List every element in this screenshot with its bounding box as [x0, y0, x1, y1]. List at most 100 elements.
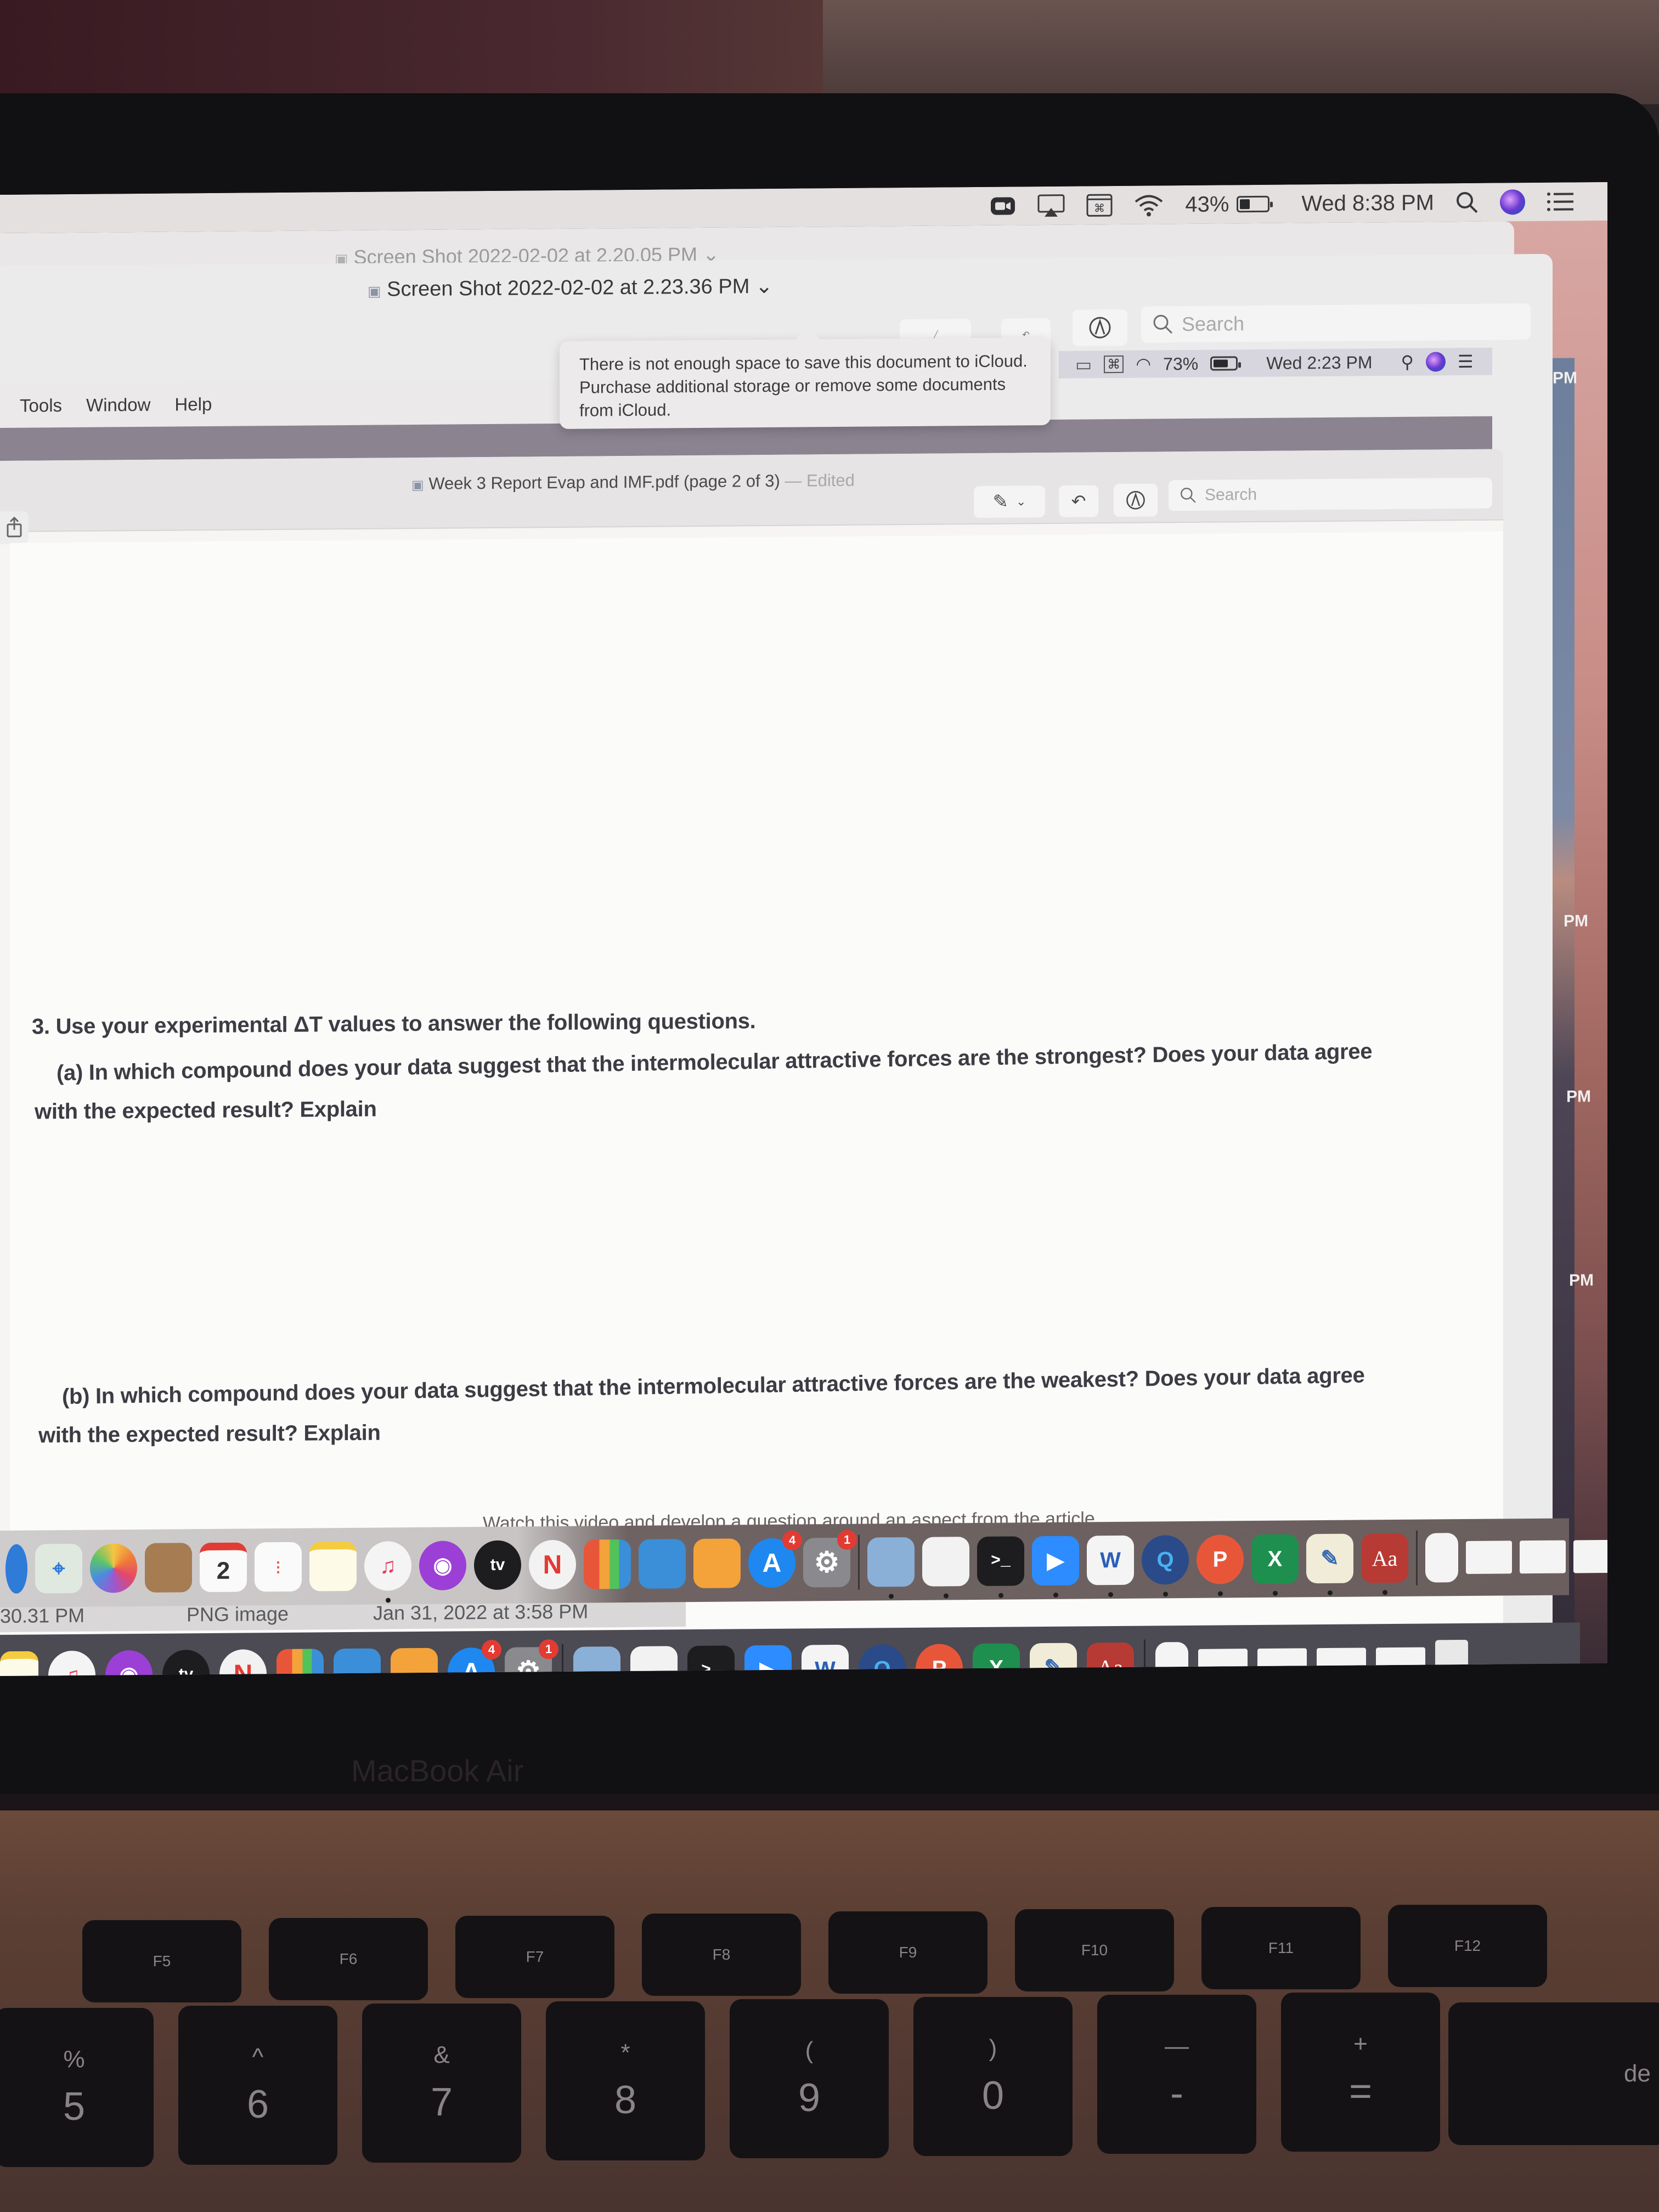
key-label: F10: [1081, 1942, 1108, 1959]
key-shift-label: (: [805, 2037, 814, 2064]
numbers-icon[interactable]: [584, 1539, 631, 1589]
question-3b-line-1: (b) In which compound does your data sug…: [61, 1363, 1365, 1409]
siri-icon[interactable]: [1500, 189, 1525, 215]
number-key-5[interactable]: % 5: [0, 2008, 154, 2167]
keynote-icon: [334, 1648, 381, 1677]
siri-icon: [1425, 352, 1446, 372]
delete-key[interactable]: de: [1448, 2002, 1659, 2145]
function-key-f6[interactable]: F6: [269, 1918, 428, 2000]
document-icon: ▣: [368, 283, 381, 300]
finder-icon[interactable]: [5, 1544, 27, 1594]
microsoft-excel-icon[interactable]: X: [1251, 1534, 1299, 1596]
zoom-app-icon[interactable]: ▶: [1032, 1536, 1079, 1598]
news-icon[interactable]: N: [529, 1539, 576, 1590]
dictionary-icon[interactable]: Aa: [1361, 1533, 1408, 1595]
number-key-7[interactable]: & 7: [362, 2004, 521, 2163]
menu-item-tools[interactable]: Tools: [20, 395, 62, 416]
keynote-icon[interactable]: [639, 1539, 686, 1589]
markup-toolbar-button[interactable]: [1114, 483, 1158, 517]
key-label: F5: [153, 1953, 171, 1970]
notes-icon[interactable]: [309, 1541, 357, 1592]
apple-tv-icon[interactable]: tv: [474, 1540, 521, 1590]
chevron-down-icon[interactable]: ⌄: [755, 275, 773, 298]
textedit-icon[interactable]: [922, 1537, 969, 1599]
chevron-down-icon: ⌄: [1016, 494, 1026, 509]
minimized-window-thumbnail[interactable]: [1466, 1541, 1512, 1575]
battery-percentage[interactable]: 43%: [1185, 192, 1229, 217]
wifi-icon[interactable]: [1133, 193, 1164, 217]
function-key-f11[interactable]: F11: [1201, 1907, 1361, 1989]
menu-item-help[interactable]: Help: [174, 394, 212, 415]
pdf-page[interactable]: 3. Use your experimental ΔT values to an…: [10, 531, 1503, 1676]
dock-separator: [1416, 1530, 1418, 1585]
markup-pen-button[interactable]: ✎ ⌄: [974, 486, 1045, 518]
spotlight-search-icon[interactable]: [1455, 190, 1479, 215]
search-field[interactable]: Search: [1141, 303, 1531, 343]
function-key-f7[interactable]: F7: [455, 1916, 614, 1998]
function-key-f5[interactable]: F5: [82, 1920, 241, 2002]
app-store-icon[interactable]: A4: [748, 1530, 802, 1588]
app-store-badge: 4: [782, 1530, 802, 1550]
pages-icon[interactable]: [693, 1538, 741, 1589]
markup-toolbar-button[interactable]: [1073, 309, 1127, 346]
notification-center-icon[interactable]: [1546, 190, 1575, 212]
window-title[interactable]: ▣ Screen Shot 2022-02-02 at 2.23.36 PM ⌄: [368, 274, 773, 302]
minimized-window-thumbnail[interactable]: [1573, 1539, 1607, 1573]
zoom-video-icon[interactable]: [990, 195, 1016, 217]
battery-icon[interactable]: [1237, 195, 1270, 213]
preview-icon[interactable]: [867, 1537, 915, 1599]
number-key-9[interactable]: (9: [730, 1999, 889, 2158]
downloads-stack-icon[interactable]: [1425, 1533, 1458, 1583]
search-icon: [1153, 314, 1173, 334]
running-indicator: [998, 1593, 1003, 1598]
music-icon[interactable]: ♫: [364, 1541, 411, 1603]
pdf-window[interactable]: ▣ Week 3 Report Evap and IMF.pdf (page 2…: [0, 449, 1503, 1676]
keyboard-command-icon[interactable]: ⌘: [1086, 194, 1113, 217]
system-preferences-icon[interactable]: ⚙ 1: [803, 1530, 857, 1588]
wall-background: [823, 0, 1659, 104]
podcasts-icon[interactable]: ◉: [419, 1541, 466, 1590]
dock: ⌖ 2 ⋮ ♫ ◉ tv N A4 ⚙ 1 >_ ▶ W Q P X ✎ Aa: [0, 1518, 1607, 1607]
quicktime-icon[interactable]: Q: [1142, 1534, 1189, 1597]
number-key--[interactable]: — -: [1097, 1995, 1256, 2154]
photos-icon[interactable]: [90, 1543, 137, 1593]
menu-item-window[interactable]: Window: [86, 394, 150, 416]
search-field[interactable]: Search: [1169, 477, 1492, 511]
number-key-6[interactable]: ^ 6: [178, 2006, 337, 2165]
calendar-icon[interactable]: 2: [200, 1542, 247, 1593]
pen-icon: ✎: [992, 491, 1009, 512]
menu-bar-clock[interactable]: Wed 8:38 PM: [1301, 190, 1434, 216]
running-indicator: [1053, 1592, 1058, 1598]
running-indicator: [1218, 1591, 1223, 1596]
function-key-f10[interactable]: F10: [1015, 1909, 1174, 1991]
rotate-button[interactable]: ↶: [1059, 485, 1098, 517]
contacts-icon[interactable]: [145, 1543, 192, 1593]
pages-icon: [391, 1647, 438, 1677]
maps-icon[interactable]: ⌖: [35, 1543, 82, 1594]
running-indicator: [889, 1594, 894, 1599]
script-editor-icon[interactable]: ✎: [1306, 1533, 1353, 1595]
search-icon: [1181, 488, 1196, 503]
minimized-window-thumbnail[interactable]: [1520, 1540, 1566, 1574]
key-shift-label: —: [1165, 2033, 1189, 2059]
microsoft-powerpoint-icon[interactable]: P: [1197, 1534, 1244, 1596]
number-key-0[interactable]: ) 0: [913, 1997, 1073, 2156]
running-indicator: [1273, 1590, 1278, 1596]
app-store-badge: 4: [482, 1639, 501, 1660]
terminal-icon[interactable]: >_: [977, 1536, 1024, 1598]
number-key-=[interactable]: + =: [1281, 1993, 1440, 2152]
window-titlebar[interactable]: ▣ Week 3 Report Evap and IMF.pdf (page 2…: [0, 449, 1503, 532]
airplay-icon[interactable]: [1037, 194, 1065, 218]
markup-icon: [1126, 490, 1145, 510]
function-key-f9[interactable]: F9: [828, 1911, 988, 1994]
numbers-icon: [276, 1649, 324, 1677]
function-key-f12[interactable]: F12: [1388, 1905, 1547, 1987]
window-title[interactable]: ▣ Week 3 Report Evap and IMF.pdf (page 2…: [411, 471, 855, 494]
number-key-8[interactable]: * 8: [546, 2001, 705, 2160]
macbook-brand-label: MacBook Air: [351, 1753, 524, 1788]
reminders-icon[interactable]: ⋮: [255, 1542, 302, 1592]
key-shift-label: %: [63, 2046, 85, 2073]
microsoft-word-icon[interactable]: W: [1087, 1535, 1134, 1598]
function-key-f8[interactable]: F8: [642, 1914, 801, 1996]
share-button[interactable]: [0, 511, 29, 544]
